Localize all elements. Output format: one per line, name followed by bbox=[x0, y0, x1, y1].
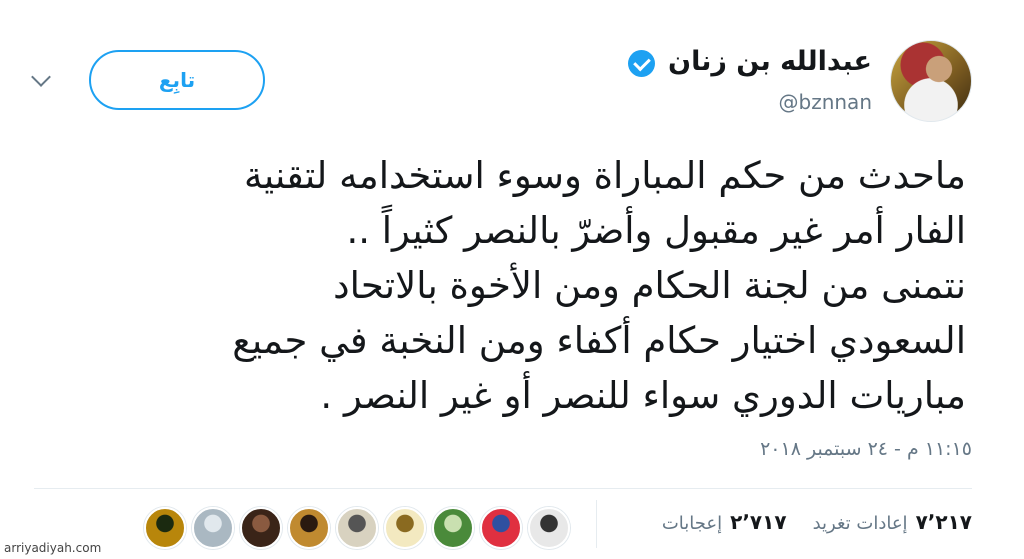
retweets-count[interactable]: ٧٬٢١٧ bbox=[916, 510, 972, 534]
liker-avatar-6[interactable] bbox=[384, 507, 426, 549]
avatar[interactable] bbox=[890, 40, 972, 122]
liker-avatar-9[interactable] bbox=[528, 507, 570, 549]
display-name[interactable]: عبدالله بن زنان bbox=[668, 46, 872, 77]
verified-badge-icon bbox=[628, 50, 655, 77]
liker-avatar-5[interactable] bbox=[336, 507, 378, 549]
user-handle[interactable]: @bznnan bbox=[779, 90, 872, 114]
tweet-timestamp[interactable]: ١١:١٥ م - ٢٤ سبتمبر ٢٠١٨ bbox=[760, 438, 972, 460]
liker-avatar-8[interactable] bbox=[480, 507, 522, 549]
liker-avatar-2[interactable] bbox=[192, 507, 234, 549]
liker-avatar-3[interactable] bbox=[240, 507, 282, 549]
tweet-text: ماحدث من حكم المباراة وسوء استخدامه لتقن… bbox=[232, 154, 966, 417]
liker-avatar-7[interactable] bbox=[432, 507, 474, 549]
chevron-down-icon[interactable] bbox=[31, 67, 51, 87]
liker-avatar-1[interactable] bbox=[144, 507, 186, 549]
tweet-stats: ٧٬٢١٧ إعادات تغريد ٢٬٧١٧ إعجابات bbox=[662, 510, 972, 534]
watermark: arriyadiyah.com bbox=[4, 541, 102, 555]
retweets-label[interactable]: إعادات تغريد bbox=[813, 513, 908, 534]
liker-avatar-4[interactable] bbox=[288, 507, 330, 549]
likers-avatars bbox=[144, 507, 584, 551]
stats-divider bbox=[596, 500, 597, 548]
likes-label[interactable]: إعجابات bbox=[662, 513, 722, 534]
likes-count[interactable]: ٢٬٧١٧ bbox=[730, 510, 786, 534]
divider bbox=[34, 488, 972, 489]
follow-button[interactable]: تابِع bbox=[89, 50, 265, 110]
